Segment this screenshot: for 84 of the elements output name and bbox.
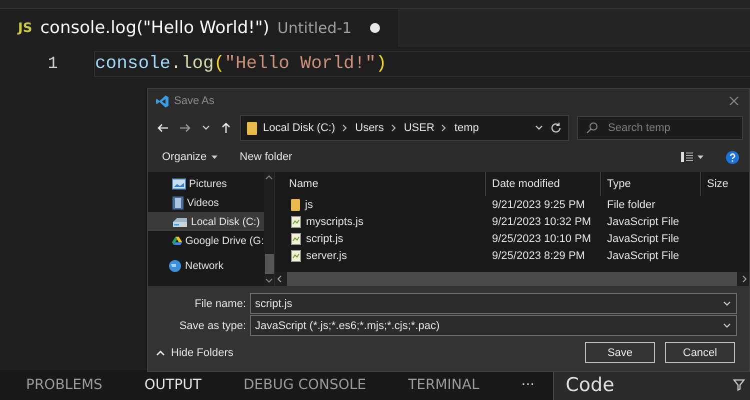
help-icon xyxy=(726,150,739,164)
sidebar-item[interactable]: Videos xyxy=(148,193,264,212)
tab-description: Untitled-1 xyxy=(277,19,352,37)
dialog-title: Save As xyxy=(174,95,214,107)
scrollbar-thumb xyxy=(264,254,274,274)
sidebar-item[interactable]: Local Disk (C:) xyxy=(148,212,264,231)
language-label: JS xyxy=(18,20,32,36)
chevron-up-icon xyxy=(156,350,165,356)
tab-title: console.log("Hello World!") xyxy=(40,18,270,38)
code-editor-logo-icon xyxy=(156,94,169,108)
breadcrumb[interactable]: temp xyxy=(454,122,479,134)
view-options-button[interactable] xyxy=(681,151,704,163)
file-name[interactable]: myscripts.js xyxy=(283,216,486,228)
type-cell-text: JavaScript File xyxy=(606,216,680,228)
chevron-right-icon xyxy=(390,123,398,133)
refresh-icon xyxy=(550,122,562,134)
panel-tab[interactable]: OUTPUT xyxy=(144,373,202,397)
type-cell-text: File folder xyxy=(606,198,656,210)
new-folder-button[interactable]: New folder xyxy=(240,151,292,163)
arrow-left-icon xyxy=(157,123,169,133)
column-header[interactable]: Name xyxy=(283,172,486,196)
folder-icon xyxy=(291,198,300,210)
code-line: console.log("Hello World!") xyxy=(94,51,750,77)
chevron-right-icon xyxy=(341,123,350,133)
date-cell-text: 9/21/2023 10:32 PM xyxy=(491,216,592,228)
filter-icon xyxy=(732,378,746,392)
line-number: 1 xyxy=(46,54,58,74)
scroll-right-icon xyxy=(741,275,749,283)
field-label: Save as type: xyxy=(178,320,247,332)
chevron-down-icon xyxy=(722,320,732,330)
scroll-down-icon xyxy=(265,278,273,284)
scroll-left-icon xyxy=(275,275,283,283)
cancel-button[interactable]: Cancel xyxy=(665,342,735,363)
date-cell-text: 9/21/2023 9:25 PM xyxy=(491,198,586,210)
sidebar-item[interactable]: Pictures xyxy=(148,174,264,193)
date-cell-text: 9/25/2023 8:29 PM xyxy=(491,250,586,262)
pictures-folder-icon xyxy=(172,178,186,190)
panel-tab[interactable]: DEBUG CONSOLE xyxy=(243,373,366,397)
search-field[interactable]: Search temp xyxy=(577,116,743,140)
chevron-down-icon xyxy=(722,298,732,308)
script-file-icon xyxy=(291,250,301,262)
sidebar-item[interactable]: Network xyxy=(148,256,264,275)
organize-menu[interactable]: Organize xyxy=(162,151,218,163)
script-file-icon xyxy=(291,216,301,228)
videos-folder-icon xyxy=(172,196,184,210)
search-input-field[interactable]: Code xyxy=(552,370,750,400)
dropdown-field[interactable]: script.js xyxy=(250,293,737,314)
file-name[interactable]: server.js xyxy=(283,250,486,262)
network-globe-icon xyxy=(168,258,182,272)
chevron-right-icon xyxy=(440,123,448,133)
column-header[interactable]: Date modified xyxy=(486,172,601,196)
help-button[interactable] xyxy=(726,150,739,164)
address-bar[interactable]: Local Disk (C:) Users USER temp xyxy=(240,115,569,141)
caret-icon xyxy=(697,154,704,160)
breadcrumb[interactable]: USER xyxy=(404,122,434,134)
date-cell-text: 9/25/2023 10:10 PM xyxy=(491,232,592,244)
folder-icon xyxy=(247,122,257,134)
list-view-icon xyxy=(681,151,693,163)
arrow-up-icon xyxy=(221,122,231,134)
type-cell-text: JavaScript File xyxy=(606,250,680,262)
arrow-right-icon xyxy=(179,123,191,133)
file-name[interactable]: script.js xyxy=(283,232,486,244)
close-icon xyxy=(729,96,739,106)
caret-icon xyxy=(210,154,218,160)
field-label: File name: xyxy=(194,298,247,310)
breadcrumb[interactable]: Users xyxy=(355,122,384,134)
type-cell-text: JavaScript File xyxy=(606,232,680,244)
triangle-logo-icon xyxy=(172,234,182,247)
close-button[interactable] xyxy=(727,94,741,108)
file-name[interactable]: js xyxy=(283,198,486,210)
sidebar-item[interactable]: Google Drive (G: xyxy=(148,231,264,250)
breadcrumb[interactable]: Local Disk (C:) xyxy=(263,122,336,134)
dropdown-field[interactable]: JavaScript (*.js;*.es6;*.mjs;*.cjs;*.pac) xyxy=(250,315,737,336)
hide-folders-button[interactable]: Hide Folders xyxy=(156,346,234,358)
column-header[interactable]: Size xyxy=(701,172,749,196)
save-button[interactable]: Save xyxy=(585,342,655,363)
disk-drive-icon xyxy=(172,216,188,228)
editor-tab[interactable]: JS console.log("Hello World!") Untitled-1 xyxy=(0,9,398,47)
scroll-up-icon xyxy=(265,174,273,180)
script-file-icon xyxy=(291,232,301,244)
more-button[interactable]: ··· xyxy=(521,373,535,397)
panel-tab[interactable]: TERMINAL xyxy=(408,373,480,397)
panel-tab[interactable]: PROBLEMS xyxy=(26,373,102,397)
column-header[interactable]: Type xyxy=(601,172,701,196)
